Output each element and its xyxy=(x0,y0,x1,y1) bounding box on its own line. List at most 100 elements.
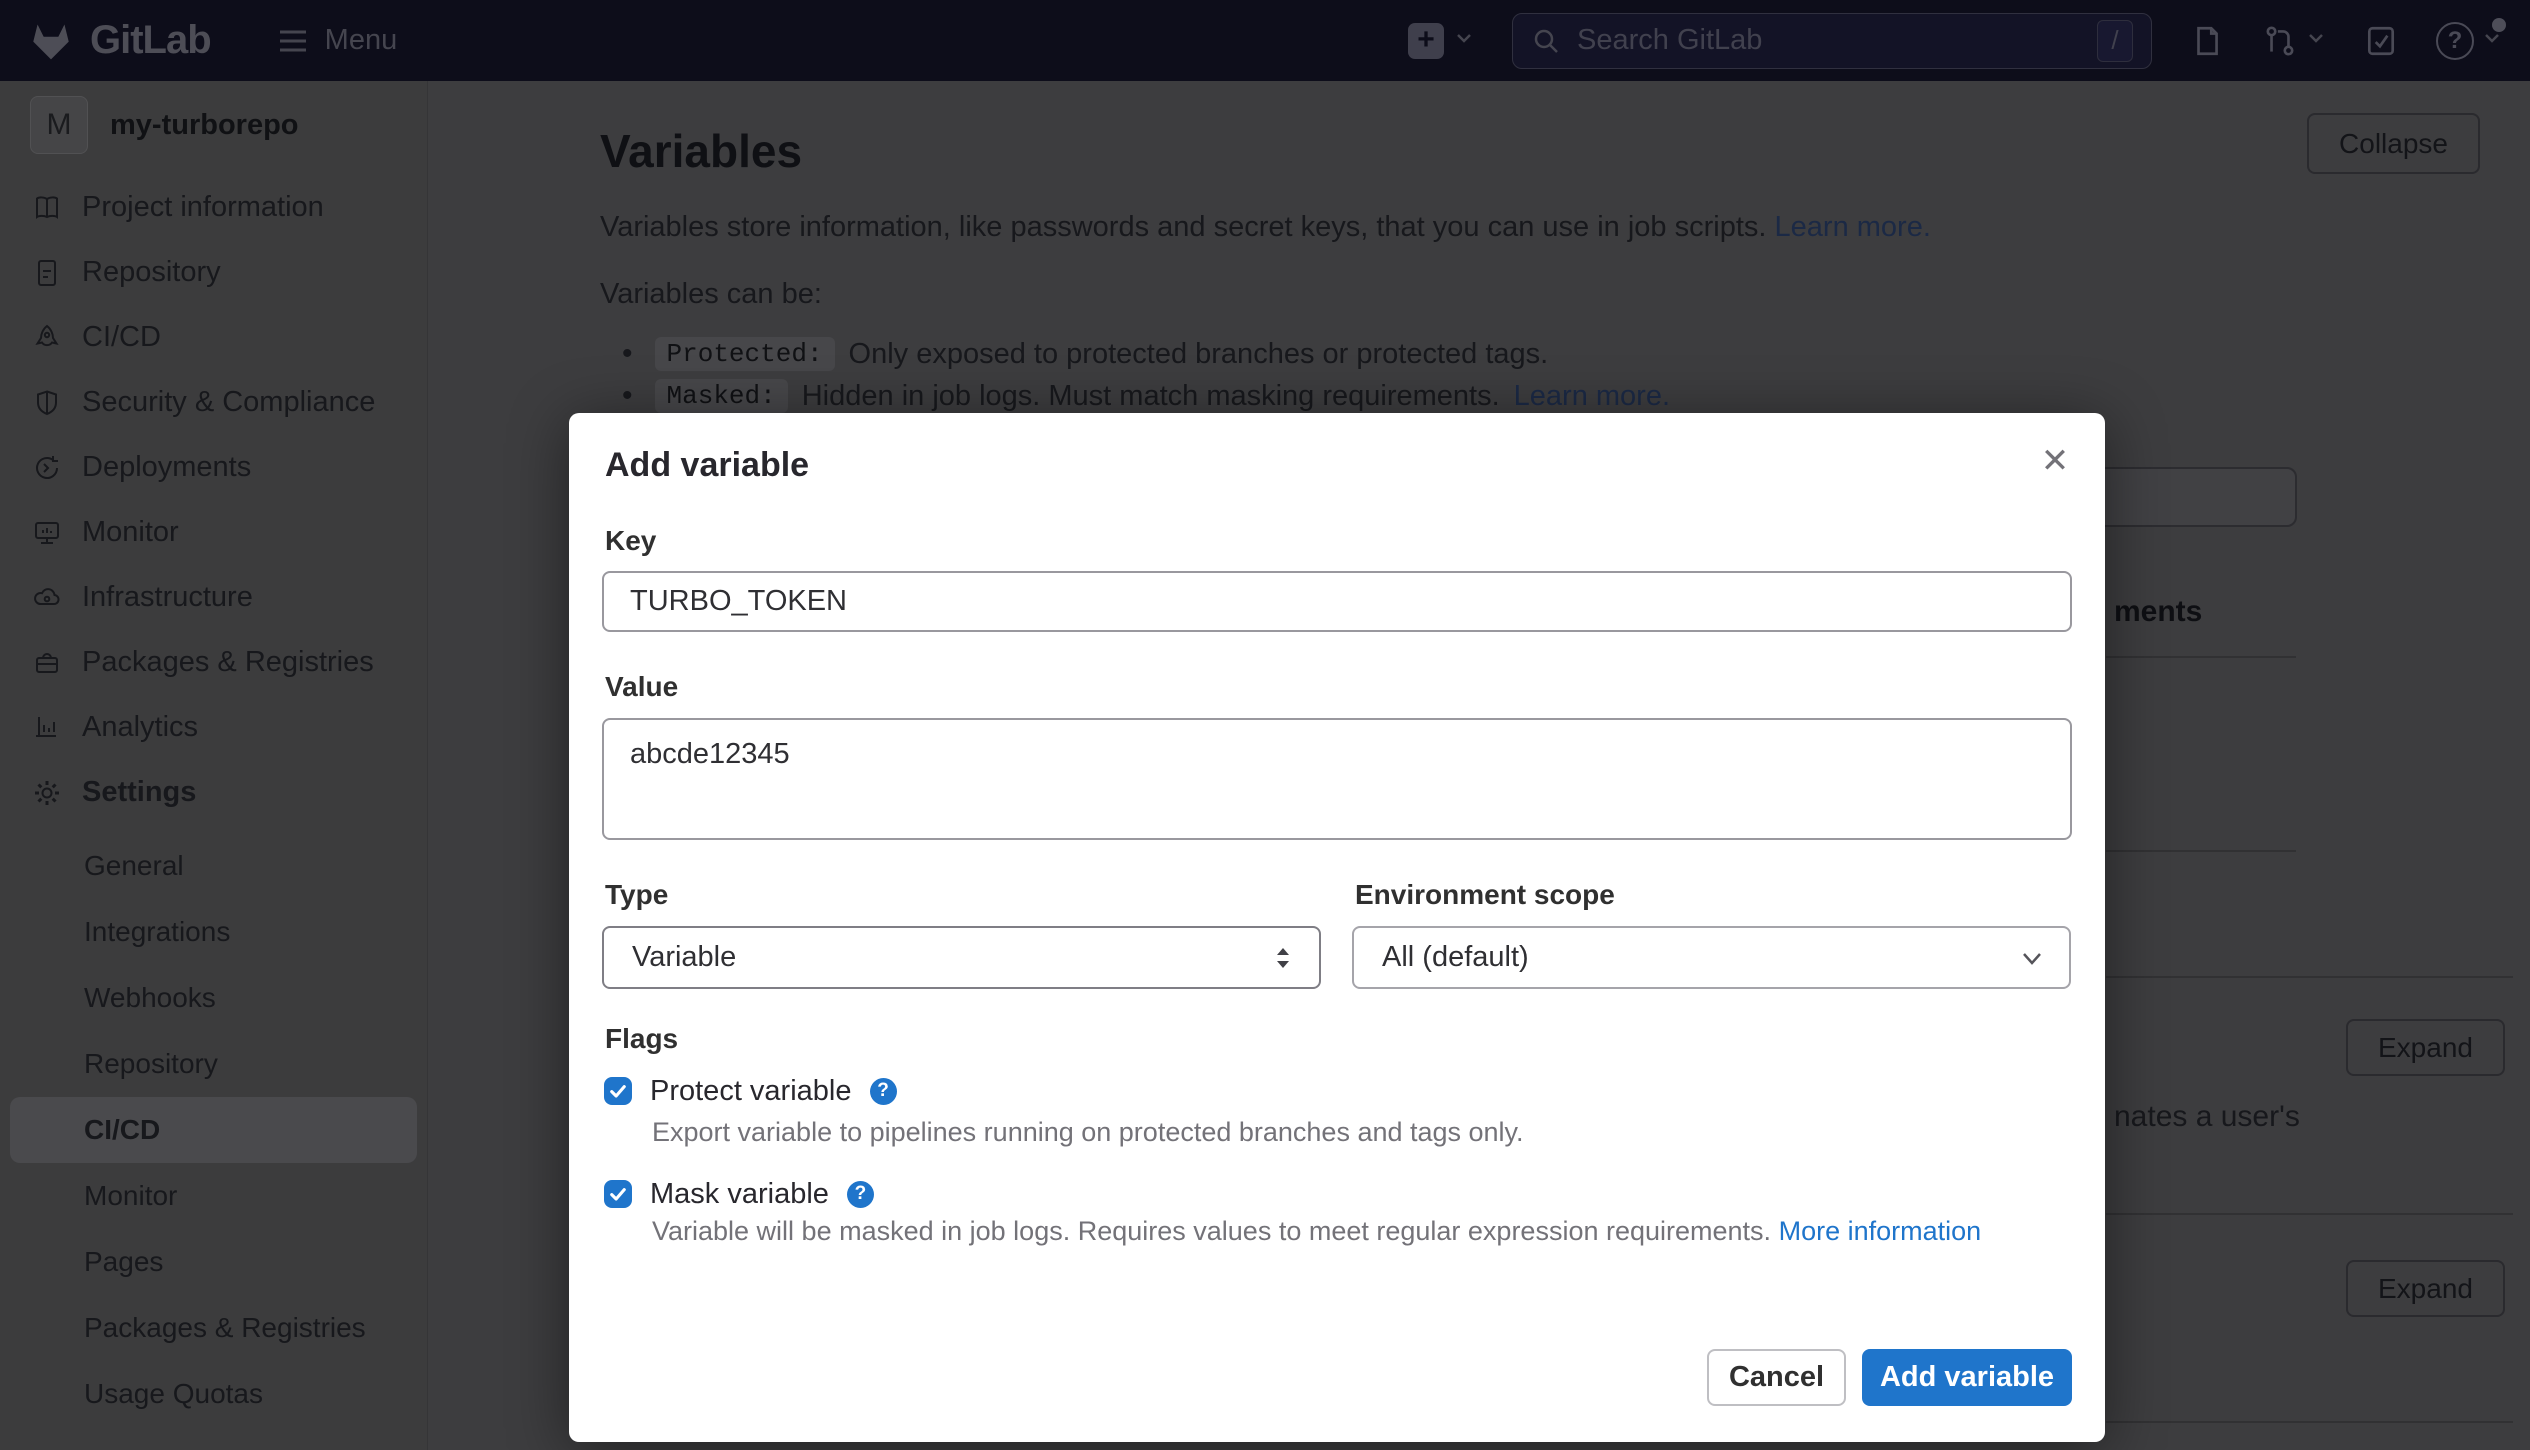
sidebar-item-security-compliance[interactable]: Security & Compliance xyxy=(0,370,427,435)
brand-name: GitLab xyxy=(90,18,211,63)
deploy-arrows-icon xyxy=(32,453,62,483)
chart-icon xyxy=(32,713,62,743)
sidebar-item-label: Deployments xyxy=(82,451,251,484)
sidebar-item-label: Packages & Registries xyxy=(82,646,374,679)
variables-list-intro: Variables can be: xyxy=(600,278,2481,311)
cancel-button[interactable]: Cancel xyxy=(1707,1349,1846,1406)
learn-more-link[interactable]: Learn more. xyxy=(1514,380,1670,413)
sidebar-subitem-usage-quotas[interactable]: Usage Quotas xyxy=(0,1361,427,1427)
collapse-button[interactable]: Collapse xyxy=(2307,113,2480,174)
bullet-protected: Protected: Only exposed to protected bra… xyxy=(600,333,2481,375)
sidebar-subitem-webhooks[interactable]: Webhooks xyxy=(0,965,427,1031)
help-menu[interactable]: ? xyxy=(2436,22,2502,60)
shield-icon xyxy=(32,388,62,418)
global-search-input[interactable]: Search GitLab / xyxy=(1512,13,2152,69)
sidebar-item-repository[interactable]: Repository xyxy=(0,240,427,305)
top-navbar: GitLab Menu + Search GitLab / xyxy=(0,0,2530,81)
sidebar-subitem-label: Usage Quotas xyxy=(84,1378,263,1410)
notification-dot xyxy=(2492,18,2506,32)
sidebar-item-packages-registries[interactable]: Packages & Registries xyxy=(0,630,427,695)
sidebar-subitem-repository[interactable]: Repository xyxy=(0,1031,427,1097)
protect-variable-description: Export variable to pipelines running on … xyxy=(652,1116,1524,1149)
help-icon: ? xyxy=(2436,22,2474,60)
project-avatar: M xyxy=(30,96,88,154)
merge-requests-menu[interactable] xyxy=(2262,24,2326,58)
section-divider xyxy=(2106,976,2513,978)
sidebar-subitem-cicd-active[interactable]: CI/CD xyxy=(10,1097,417,1163)
variables-description-text: Variables store information, like passwo… xyxy=(600,211,1766,243)
todo-icon[interactable] xyxy=(2364,24,2398,58)
question-icon[interactable]: ? xyxy=(847,1181,874,1208)
more-information-link[interactable]: More information xyxy=(1779,1216,1982,1246)
protected-code-chip: Protected: xyxy=(655,337,835,371)
search-shortcut-badge: / xyxy=(2097,20,2133,62)
value-input[interactable]: abcde12345 xyxy=(602,718,2072,840)
modal-title: Add variable xyxy=(605,446,809,485)
sidebar-item-label: Infrastructure xyxy=(82,581,253,614)
sidebar-item-label: CI/CD xyxy=(82,321,161,354)
sidebar-item-infrastructure[interactable]: Infrastructure xyxy=(0,565,427,630)
masked-code-chip: Masked: xyxy=(655,379,788,413)
gear-icon xyxy=(32,778,62,808)
menu-label: Menu xyxy=(325,24,398,57)
sidebar-subitem-packages-registries[interactable]: Packages & Registries xyxy=(0,1295,427,1361)
key-label: Key xyxy=(605,525,656,557)
sidebar-item-settings[interactable]: Settings xyxy=(0,760,427,825)
expand-section-button[interactable]: Expand xyxy=(2346,1260,2505,1317)
sidebar-subitem-label: CI/CD xyxy=(84,1114,160,1146)
add-variable-submit-button[interactable]: Add variable xyxy=(1862,1349,2072,1406)
sidebar-subitem-monitor[interactable]: Monitor xyxy=(0,1163,427,1229)
sidebar-subitem-label: Packages & Registries xyxy=(84,1312,366,1344)
rocket-icon xyxy=(32,323,62,353)
gitlab-home-link[interactable]: GitLab xyxy=(28,18,211,63)
question-icon[interactable]: ? xyxy=(870,1078,897,1105)
key-input[interactable] xyxy=(602,571,2072,632)
value-label: Value xyxy=(605,671,678,703)
sidebar-item-label: Monitor xyxy=(82,516,179,549)
chevron-down-icon xyxy=(2306,28,2326,53)
mask-variable-checkbox[interactable] xyxy=(604,1180,632,1208)
section-divider xyxy=(2106,1213,2513,1215)
divider xyxy=(2106,850,2296,852)
search-icon xyxy=(1531,26,1561,56)
type-select[interactable]: Variable xyxy=(602,926,1321,989)
sidebar-item-cicd[interactable]: CI/CD xyxy=(0,305,427,370)
sidebar-subitem-label: Integrations xyxy=(84,916,230,948)
expand-section-button[interactable]: Expand xyxy=(2346,1019,2505,1076)
chevron-down-icon xyxy=(2482,28,2502,53)
sidebar-subitem-pages[interactable]: Pages xyxy=(0,1229,427,1295)
partial-environments-heading: ments xyxy=(2114,595,2202,629)
mask-variable-description-text: Variable will be masked in job logs. Req… xyxy=(652,1216,1771,1246)
chevron-down-icon xyxy=(2019,945,2045,971)
document-icon xyxy=(32,258,62,288)
protect-variable-row: Protect variable ? xyxy=(604,1073,897,1109)
sidebar-item-project-information[interactable]: Project information xyxy=(0,175,427,240)
new-item-menu[interactable]: + xyxy=(1408,23,1474,59)
page-title: Variables xyxy=(600,121,2481,181)
protect-variable-checkbox[interactable] xyxy=(604,1077,632,1105)
sidebar-subitem-label: Monitor xyxy=(84,1180,177,1212)
environment-scope-label: Environment scope xyxy=(1355,879,1615,911)
sidebar-item-analytics[interactable]: Analytics xyxy=(0,695,427,760)
sidebar-item-deployments[interactable]: Deployments xyxy=(0,435,427,500)
plus-icon: + xyxy=(1408,23,1444,59)
hamburger-icon xyxy=(277,27,309,55)
environment-scope-select[interactable]: All (default) xyxy=(1352,926,2071,989)
sidebar-item-label: Security & Compliance xyxy=(82,386,375,419)
section-divider xyxy=(2106,1421,2513,1423)
type-label: Type xyxy=(605,879,668,911)
sidebar-item-monitor[interactable]: Monitor xyxy=(0,500,427,565)
gitlab-logo-icon xyxy=(28,19,74,63)
project-name: my-turborepo xyxy=(110,109,299,142)
learn-more-link[interactable]: Learn more. xyxy=(1775,211,1931,243)
menu-button[interactable]: Menu xyxy=(277,24,398,57)
sidebar-subitem-label: General xyxy=(84,850,184,882)
sidebar-subitem-integrations[interactable]: Integrations xyxy=(0,899,427,965)
bullet-protected-text: Only exposed to protected branches or pr… xyxy=(849,338,1549,371)
project-home-link[interactable]: M my-turborepo xyxy=(0,81,427,154)
flags-label: Flags xyxy=(605,1023,678,1055)
close-icon[interactable]: ✕ xyxy=(2031,437,2079,485)
docs-icon[interactable] xyxy=(2190,24,2224,58)
add-variable-modal: Add variable ✕ Key Value abcde12345 Type… xyxy=(569,413,2105,1442)
sidebar-subitem-general[interactable]: General xyxy=(0,833,427,899)
